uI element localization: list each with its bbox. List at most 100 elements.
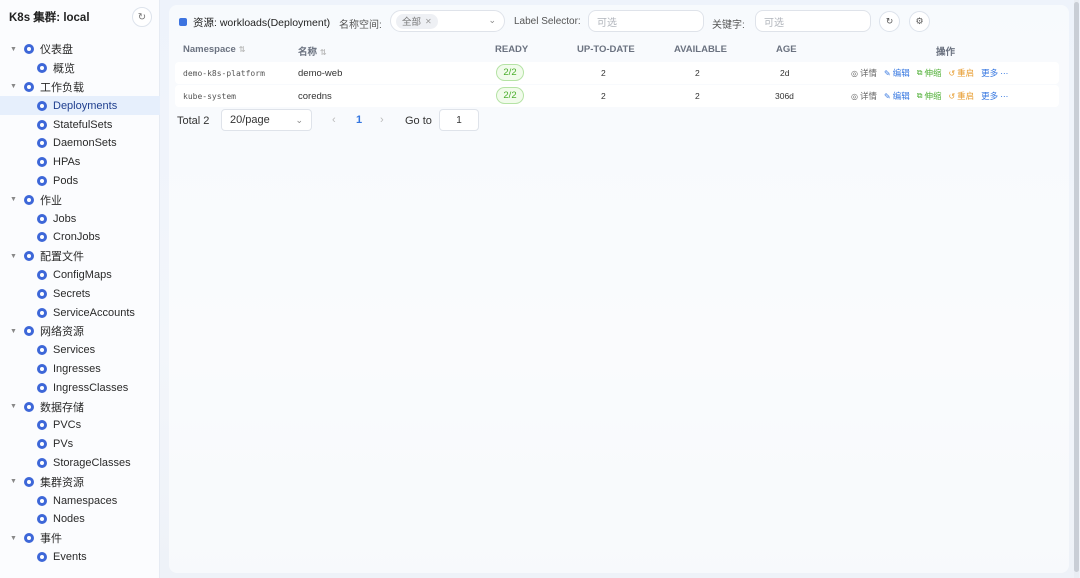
sidebar-item[interactable]: Nodes bbox=[0, 510, 160, 529]
sidebar-item-label: PVs bbox=[53, 438, 74, 451]
sidebar-group-label: 网络资源 bbox=[40, 326, 84, 339]
edit-action[interactable]: ✎ 编辑 bbox=[884, 90, 910, 102]
col-uptodate: UP-TO-DATE bbox=[577, 44, 635, 55]
restart-action[interactable]: ↺ 重启 bbox=[948, 67, 974, 79]
main-panel: 资源: workloads(Deployment) 名称空间: 全部 ✕ ⌄ L… bbox=[169, 5, 1069, 573]
cluster-title: K8s 集群: local bbox=[9, 12, 90, 24]
scale-icon: ⧉ bbox=[916, 91, 923, 100]
label-selector-input[interactable]: 可选 bbox=[588, 10, 704, 32]
sidebar-item[interactable]: Services bbox=[0, 341, 160, 360]
sidebar-group[interactable]: ▼ 仪表盘 bbox=[0, 40, 160, 59]
chevron-down-icon[interactable]: ▼ bbox=[10, 328, 24, 335]
sort-icon[interactable]: ⇅ bbox=[320, 48, 327, 57]
keyword-input[interactable]: 可选 bbox=[755, 10, 871, 32]
sidebar-group[interactable]: ▼ 事件 bbox=[0, 529, 160, 548]
refresh-icon[interactable]: ↻ bbox=[132, 7, 152, 27]
col-name[interactable]: 名称 ⇅ bbox=[298, 44, 327, 58]
sidebar: K8s 集群: local ↻ ▼ 仪表盘 概览 ▼ 工作负载 Deployments St… bbox=[0, 0, 160, 578]
resource-icon bbox=[37, 439, 47, 450]
namespace-cell: kube-system bbox=[183, 92, 236, 101]
goto-input[interactable]: 1 bbox=[439, 109, 479, 131]
chevron-down-icon[interactable]: ▼ bbox=[10, 478, 24, 485]
sidebar-group[interactable]: ▼ 网络资源 bbox=[0, 322, 160, 341]
chevron-down-icon[interactable]: ▼ bbox=[10, 46, 24, 53]
sidebar-item[interactable]: ConfigMaps bbox=[0, 266, 160, 285]
sidebar-group[interactable]: ▼ 配置文件 bbox=[0, 247, 160, 266]
sidebar-item[interactable]: Namespaces bbox=[0, 491, 160, 510]
scale-action[interactable]: ⧉ 伸缩 bbox=[917, 90, 942, 102]
col-ops: 操作 bbox=[936, 47, 956, 58]
sidebar-item[interactable]: ServiceAccounts bbox=[0, 303, 160, 322]
prev-page-icon[interactable]: ‹ bbox=[332, 114, 336, 126]
sidebar-item[interactable]: CronJobs bbox=[0, 228, 160, 247]
group-icon bbox=[24, 401, 34, 412]
col-namespace[interactable]: Namespace ⇅ bbox=[183, 44, 246, 55]
sidebar-group[interactable]: ▼ 数据存储 bbox=[0, 397, 160, 416]
nav-tree: ▼ 仪表盘概览 ▼ 工作负载 Deployments StatefulSets Daemon… bbox=[0, 40, 160, 566]
resource-icon bbox=[37, 288, 47, 299]
scale-icon: ⧉ bbox=[916, 68, 923, 77]
sidebar-item[interactable]: IngressClasses bbox=[0, 378, 160, 397]
col-available: AVAILABLE bbox=[674, 44, 727, 55]
sidebar-item[interactable]: PVCs bbox=[0, 416, 160, 435]
sidebar-item[interactable]: Ingresses bbox=[0, 360, 160, 379]
sidebar-group-label: 作业 bbox=[40, 194, 62, 207]
page-size-select[interactable]: 20/page ⌄ bbox=[221, 109, 312, 131]
sidebar-item-label: Events bbox=[53, 550, 87, 563]
sidebar-item[interactable]: StatefulSets bbox=[0, 115, 160, 134]
detail-action[interactable]: ◎ 详情 bbox=[851, 90, 877, 102]
sidebar-item-label: ServiceAccounts bbox=[53, 306, 135, 319]
sidebar-item[interactable]: Deployments bbox=[0, 96, 160, 116]
detail-action[interactable]: ◎ 详情 bbox=[851, 67, 877, 79]
scrollbar-thumb[interactable] bbox=[1074, 2, 1079, 572]
chevron-down-icon[interactable]: ▼ bbox=[10, 535, 24, 542]
name-cell[interactable]: demo-web bbox=[298, 68, 342, 79]
sidebar-group-label: 工作负载 bbox=[40, 81, 84, 94]
next-page-icon[interactable]: › bbox=[380, 114, 384, 126]
table-row[interactable]: demo-k8s-platform demo-web 2/2 2 2 2d ◎ 详情 ✎ 编辑 ⧉ 伸… bbox=[175, 62, 1059, 84]
resource-icon bbox=[37, 232, 47, 243]
close-icon[interactable]: ✕ bbox=[425, 17, 432, 26]
resource-icon bbox=[37, 175, 47, 186]
resource-icon bbox=[37, 119, 47, 130]
table-row[interactable]: kube-system coredns 2/2 2 2 306d ◎ 详情 ✎ 编辑 ⧉ 伸缩 ↺ 重启更… bbox=[175, 85, 1059, 107]
sidebar-item[interactable]: Secrets bbox=[0, 284, 160, 303]
sidebar-group[interactable]: ▼ 作业 bbox=[0, 190, 160, 209]
sidebar-group-label: 事件 bbox=[40, 533, 62, 546]
name-cell[interactable]: coredns bbox=[298, 91, 332, 102]
total-count: Total 2 bbox=[177, 115, 210, 127]
sidebar-group[interactable]: ▼ 工作负载 bbox=[0, 78, 160, 97]
sidebar-item-label: HPAs bbox=[53, 156, 81, 169]
sidebar-group-label: 仪表盘 bbox=[40, 44, 73, 57]
sidebar-item-label: Pods bbox=[53, 174, 79, 187]
more-action[interactable]: 更多 ⋯ bbox=[981, 67, 1008, 79]
sidebar-item[interactable]: StorageClasses bbox=[0, 454, 160, 473]
current-page[interactable]: 1 bbox=[356, 114, 362, 126]
more-action[interactable]: 更多 ⋯ bbox=[981, 90, 1008, 102]
sidebar-item[interactable]: 概览 bbox=[0, 59, 160, 78]
settings-button[interactable]: ⚙ bbox=[909, 11, 930, 32]
sort-icon[interactable]: ⇅ bbox=[239, 45, 246, 54]
refresh-button[interactable]: ↻ bbox=[879, 11, 900, 32]
resource-icon bbox=[37, 420, 47, 431]
sidebar-group[interactable]: ▼ 集群资源 bbox=[0, 472, 160, 491]
sidebar-item[interactable]: DaemonSets bbox=[0, 134, 160, 153]
edit-action[interactable]: ✎ 编辑 bbox=[884, 67, 910, 79]
sidebar-item-label: Jobs bbox=[53, 212, 77, 225]
namespace-select[interactable]: 全部 ✕ ⌄ bbox=[390, 10, 505, 32]
col-age: AGE bbox=[776, 44, 797, 55]
namespace-chip[interactable]: 全部 ✕ bbox=[396, 13, 438, 29]
chevron-down-icon[interactable]: ▼ bbox=[10, 196, 24, 203]
namespace-chip-label: 全部 bbox=[402, 17, 422, 28]
chevron-down-icon[interactable]: ▼ bbox=[10, 83, 24, 90]
sidebar-item[interactable]: PVs bbox=[0, 435, 160, 454]
sidebar-item[interactable]: Events bbox=[0, 548, 160, 567]
chevron-down-icon[interactable]: ▼ bbox=[10, 253, 24, 260]
chevron-down-icon[interactable]: ▼ bbox=[10, 403, 24, 410]
sidebar-item[interactable]: HPAs bbox=[0, 153, 160, 172]
scrollbar[interactable] bbox=[1074, 0, 1079, 578]
restart-action[interactable]: ↺ 重启 bbox=[948, 90, 974, 102]
sidebar-item[interactable]: Jobs bbox=[0, 209, 160, 228]
scale-action[interactable]: ⧉ 伸缩 bbox=[917, 67, 942, 79]
sidebar-item[interactable]: Pods bbox=[0, 172, 160, 191]
